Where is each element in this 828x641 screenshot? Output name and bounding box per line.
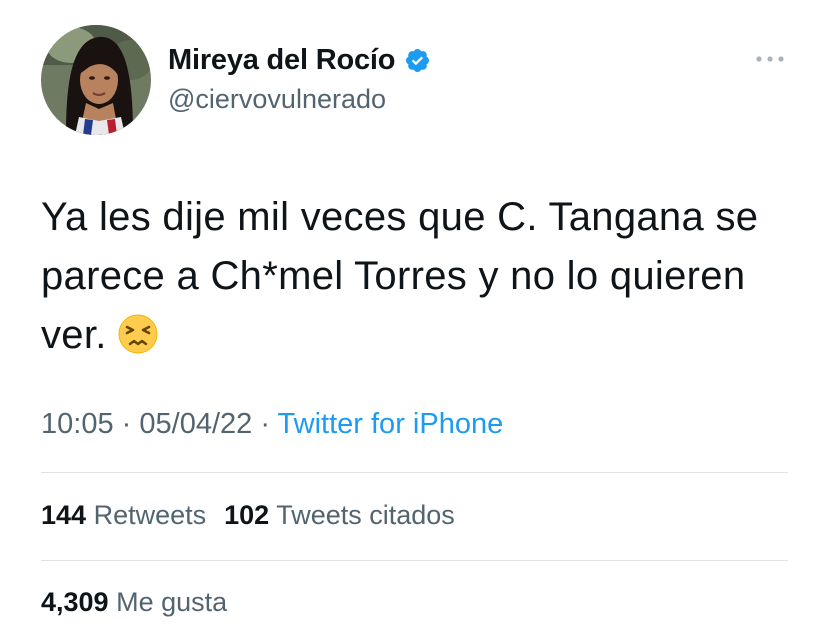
likes-label: Me gusta <box>116 587 228 617</box>
quotes-stat[interactable]: 102 Tweets citados <box>224 500 455 530</box>
tweet-card: Mireya del Rocío @ciervovulnerado Ya les… <box>0 0 828 641</box>
retweets-label: Retweets <box>93 500 207 530</box>
tweet-source-link[interactable]: Twitter for iPhone <box>278 408 504 440</box>
engagement-stats: 144 Retweets 102 Tweets citados <box>41 500 455 531</box>
user-handle[interactable]: @ciervovulnerado <box>168 84 386 115</box>
persevering-face-emoji-icon <box>117 313 159 355</box>
tweet-meta: 10:05 · 05/04/22 · Twitter for iPhone <box>41 408 503 441</box>
quotes-label: Tweets citados <box>276 500 455 530</box>
avatar[interactable] <box>41 25 151 135</box>
profile-photo-icon <box>41 25 151 135</box>
display-name[interactable]: Mireya del Rocío <box>168 44 395 77</box>
quotes-count: 102 <box>224 500 270 530</box>
meta-separator-2: · <box>260 408 270 440</box>
tweet-time[interactable]: 10:05 <box>41 408 114 440</box>
likes-count: 4,309 <box>41 587 109 617</box>
retweets-stat[interactable]: 144 Retweets <box>41 500 206 530</box>
likes-stats: 4,309 Me gusta <box>41 587 227 618</box>
likes-stat[interactable]: 4,309 Me gusta <box>41 587 227 617</box>
verified-badge-icon <box>404 47 431 74</box>
divider-middle <box>41 560 788 561</box>
more-options-icon[interactable] <box>754 52 786 66</box>
meta-separator: · <box>121 408 132 440</box>
tweet-text: Ya les dije mil veces que C. Tangana se … <box>41 188 801 365</box>
user-name-row: Mireya del Rocío <box>168 42 431 78</box>
tweet-date[interactable]: 05/04/22 <box>139 408 252 440</box>
divider-top <box>41 472 788 473</box>
retweets-count: 144 <box>41 500 87 530</box>
